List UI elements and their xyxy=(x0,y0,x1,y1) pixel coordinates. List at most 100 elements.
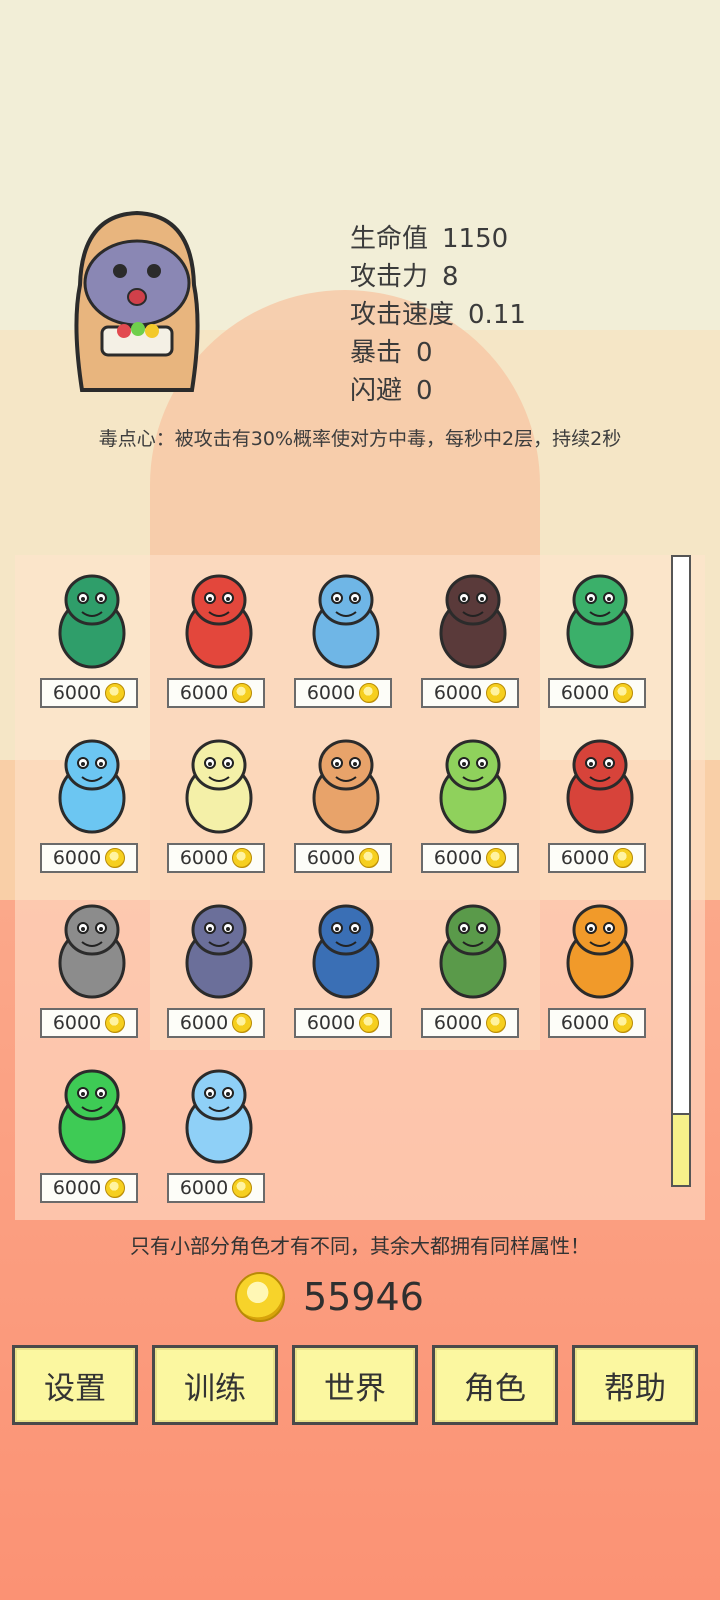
coin-icon xyxy=(232,848,253,868)
selected-character-portrait xyxy=(62,205,212,400)
stat-attack-speed: 攻击速度 0.11 xyxy=(350,296,526,334)
price-value: 6000 xyxy=(433,682,483,704)
price-value: 6000 xyxy=(306,682,356,704)
price-tag[interactable]: 6000 xyxy=(167,843,265,873)
coin-icon xyxy=(105,683,126,703)
settings-button[interactable]: 设置 xyxy=(12,1345,138,1425)
stat-label: 攻击力 xyxy=(350,262,429,292)
price-tag[interactable]: 6000 xyxy=(167,1173,265,1203)
price-tag[interactable]: 6000 xyxy=(40,1008,138,1038)
hooded-monk-sprite xyxy=(74,210,200,392)
price-value: 6000 xyxy=(560,1012,610,1034)
price-tag[interactable]: 6000 xyxy=(167,1008,265,1038)
price-value: 6000 xyxy=(52,1012,102,1034)
character-slot[interactable]: 6000 xyxy=(164,563,274,723)
character-slot[interactable]: 6000 xyxy=(545,563,655,723)
stat-label: 攻击速度 xyxy=(350,300,455,330)
character-slot[interactable]: 6000 xyxy=(37,563,147,723)
price-tag[interactable]: 6000 xyxy=(548,678,646,708)
character-stats: 生命值 1150 攻击力 8 攻击速度 0.11 暴击 0 闪避 0 xyxy=(350,220,526,410)
stat-label: 生命值 xyxy=(350,224,429,254)
price-value: 6000 xyxy=(560,682,610,704)
training-button[interactable]: 训练 xyxy=(152,1345,278,1425)
stat-value: 1150 xyxy=(442,224,509,254)
character-slot[interactable]: 6000 xyxy=(164,728,274,888)
green-shrub-creature-sprite xyxy=(439,904,507,999)
mermaid-with-trident-sprite xyxy=(566,574,634,669)
blue-bat-sprite xyxy=(312,904,380,999)
coin-icon xyxy=(105,1013,126,1033)
help-button[interactable]: 帮助 xyxy=(572,1345,698,1425)
price-tag[interactable]: 6000 xyxy=(167,678,265,708)
stat-label: 闪避 xyxy=(350,376,403,406)
character-slot[interactable]: 6000 xyxy=(37,893,147,1053)
roster-scrollbar[interactable] xyxy=(671,555,691,1187)
price-value: 6000 xyxy=(179,847,229,869)
character-slot[interactable]: 6000 xyxy=(164,1058,274,1218)
price-tag[interactable]: 6000 xyxy=(294,678,392,708)
character-button[interactable]: 角色 xyxy=(432,1345,558,1425)
coin-balance: 55946 xyxy=(235,1272,424,1322)
stat-attack: 攻击力 8 xyxy=(350,258,526,296)
character-slot[interactable]: 6000 xyxy=(164,893,274,1053)
character-slot[interactable]: 6000 xyxy=(37,728,147,888)
coin-icon xyxy=(105,1178,126,1198)
coin-icon xyxy=(613,848,634,868)
red-horned-mage-sprite xyxy=(566,739,634,834)
price-value: 6000 xyxy=(306,847,356,869)
dark-rock-golem-sprite xyxy=(439,574,507,669)
stat-dodge: 闪避 0 xyxy=(350,372,526,410)
bottom-nav: 设置 训练 世界 角色 帮助 xyxy=(12,1345,698,1425)
stat-hp: 生命值 1150 xyxy=(350,220,526,258)
character-slot[interactable]: 6000 xyxy=(545,728,655,888)
character-slot[interactable]: 6000 xyxy=(291,893,401,1053)
spiky-serpent-sprite xyxy=(312,739,380,834)
coin-icon xyxy=(486,1013,507,1033)
price-tag[interactable]: 6000 xyxy=(421,678,519,708)
character-roster-panel[interactable]: 6000 6000 6000 6000 6000 6000 6000 6000 6000 6000… xyxy=(15,555,705,1220)
price-tag[interactable]: 6000 xyxy=(294,1008,392,1038)
price-value: 6000 xyxy=(179,1012,229,1034)
price-tag[interactable]: 6000 xyxy=(421,1008,519,1038)
stat-value: 0 xyxy=(416,338,433,368)
price-tag[interactable]: 6000 xyxy=(40,843,138,873)
fire-elemental-sprite xyxy=(566,904,634,999)
character-slot[interactable]: 6000 xyxy=(418,893,528,1053)
coin-icon xyxy=(105,848,126,868)
coin-icon xyxy=(232,1013,253,1033)
price-tag[interactable]: 6000 xyxy=(548,1008,646,1038)
world-button[interactable]: 世界 xyxy=(292,1345,418,1425)
price-tag[interactable]: 6000 xyxy=(421,843,519,873)
price-value: 6000 xyxy=(433,1012,483,1034)
ability-description: 毒点心：被攻击有30%概率使对方中毒，每秒中2层，持续2秒 xyxy=(98,428,622,450)
coin-icon xyxy=(232,1178,253,1198)
price-tag[interactable]: 6000 xyxy=(294,843,392,873)
stat-crit: 暴击 0 xyxy=(350,334,526,372)
yellow-duck-ninja-sprite xyxy=(185,739,253,834)
character-slot[interactable]: 6000 xyxy=(37,1058,147,1218)
price-value: 6000 xyxy=(306,1012,356,1034)
character-slot[interactable]: 6000 xyxy=(418,563,528,723)
character-slot[interactable]: 6000 xyxy=(291,728,401,888)
price-tag[interactable]: 6000 xyxy=(40,678,138,708)
blue-furry-monster-sprite xyxy=(58,739,126,834)
coin-icon xyxy=(486,683,507,703)
price-value: 6000 xyxy=(179,1177,229,1199)
coin-amount: 55946 xyxy=(303,1275,424,1319)
price-value: 6000 xyxy=(433,847,483,869)
price-value: 6000 xyxy=(52,682,102,704)
price-tag[interactable]: 6000 xyxy=(40,1173,138,1203)
green-frog-dragon-sprite xyxy=(439,739,507,834)
coin-icon xyxy=(359,848,380,868)
coin-icon xyxy=(359,1013,380,1033)
character-slot[interactable]: 6000 xyxy=(291,563,401,723)
coin-icon xyxy=(235,1272,285,1322)
price-value: 6000 xyxy=(560,847,610,869)
stat-value: 8 xyxy=(442,262,459,292)
character-slot[interactable]: 6000 xyxy=(545,893,655,1053)
scrollbar-thumb[interactable] xyxy=(673,1113,689,1185)
price-tag[interactable]: 6000 xyxy=(548,843,646,873)
stat-value: 0.11 xyxy=(468,300,526,330)
character-slot[interactable]: 6000 xyxy=(418,728,528,888)
red-fox-with-pink-pig-sprite xyxy=(185,574,253,669)
